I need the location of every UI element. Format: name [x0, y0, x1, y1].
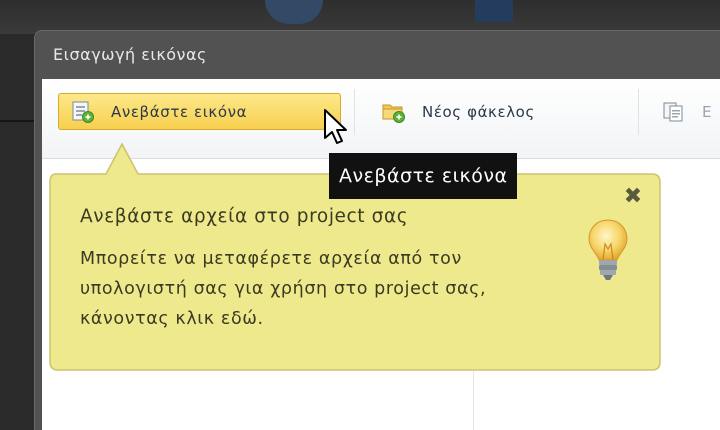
- dialog-title: Εισαγωγή εικόνας: [53, 45, 207, 64]
- new-folder-label: Νέος φάκελος: [422, 102, 535, 121]
- upload-image-icon: [71, 101, 95, 123]
- upload-image-label: Ανεβάστε εικόνα: [111, 102, 248, 121]
- toolbar-separator: [638, 89, 639, 135]
- background-shape: [475, 0, 513, 22]
- copy-label: Ε: [702, 102, 713, 121]
- tooltip: Ανεβάστε εικόνα: [329, 153, 518, 199]
- background-top-bar: [0, 0, 720, 34]
- close-icon[interactable]: ✖: [622, 186, 644, 208]
- hint-description: Μπορείτε να μεταφέρετε αρχεία από τον υπ…: [80, 249, 487, 329]
- background-divider: [0, 120, 34, 122]
- new-folder-button[interactable]: Νέος φάκελος: [370, 93, 630, 130]
- hint-title: Ανεβάστε αρχεία στο project σας: [80, 206, 409, 227]
- hint-bubble: ✖ Ανεβάστε αρχεία στο project σας Μπορεί…: [49, 142, 662, 371]
- copy-button[interactable]: Ε: [650, 93, 720, 130]
- mouse-cursor-icon: [322, 108, 352, 148]
- new-folder-icon: [382, 101, 406, 123]
- lightbulb-icon: [585, 216, 631, 286]
- upload-image-button[interactable]: Ανεβάστε εικόνα: [58, 93, 341, 130]
- copy-icon: [662, 101, 686, 123]
- background-left-panel: [0, 34, 34, 430]
- toolbar-separator: [354, 89, 355, 135]
